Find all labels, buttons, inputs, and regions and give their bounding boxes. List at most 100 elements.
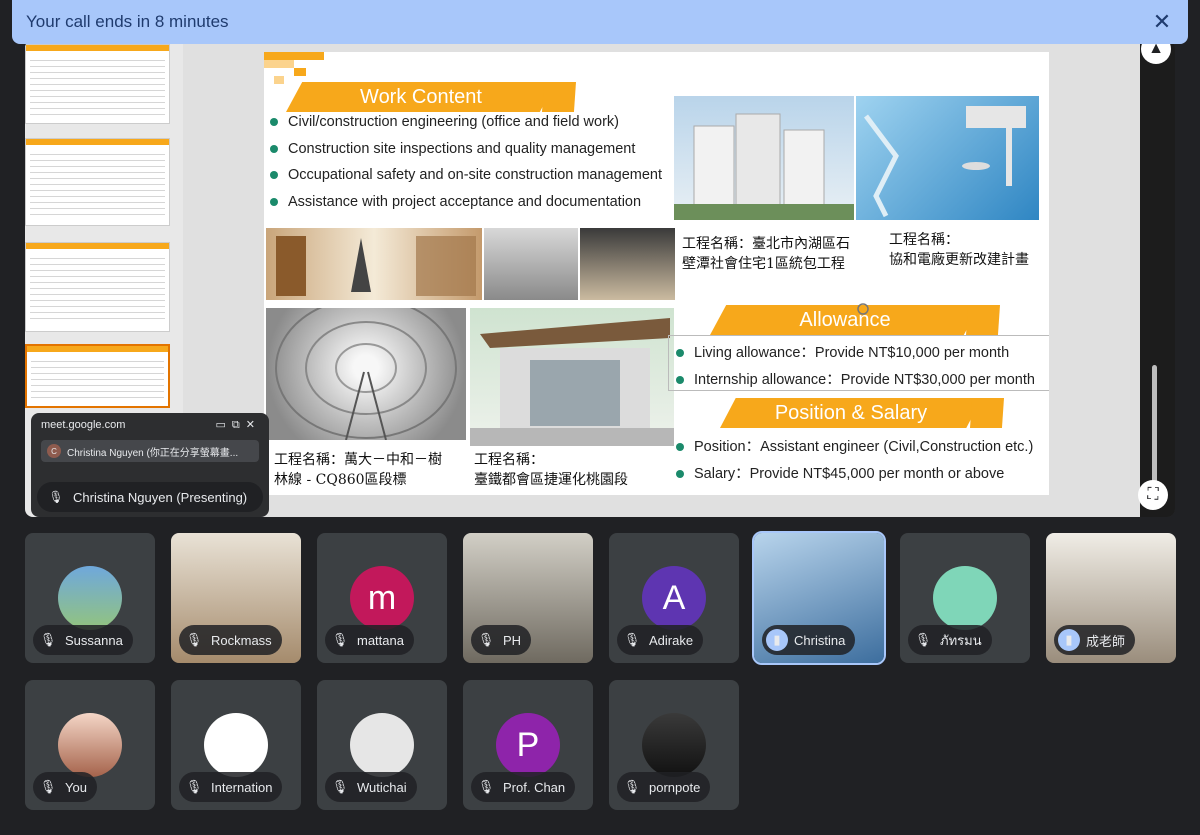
tunnel-photo: [266, 308, 466, 440]
caption-line: 工程名稱：: [889, 232, 959, 248]
avatar: [642, 713, 706, 777]
participant-tile[interactable]: 🎙 Wutichai: [317, 680, 447, 810]
participant-name: Adirake: [649, 632, 694, 648]
mic-off-icon: 🎙: [623, 779, 641, 794]
allowance-title: Allowance: [799, 308, 891, 331]
allowance-list: Living allowance：Provide NT$10,000 per m…: [674, 340, 1035, 393]
avatar: [350, 713, 414, 777]
slide-thumbnail[interactable]: [25, 44, 170, 124]
participant-tile[interactable]: A 🎙 Adirake: [609, 533, 739, 663]
tab-title: Christina Nguyen (你正在分享螢幕畫...: [67, 447, 239, 459]
position-salary-list: Position：Assistant engineer (Civil,Const…: [674, 434, 1033, 487]
participant-name-pill: 🎙 PH: [471, 625, 532, 655]
mic-off-icon: 🎙: [48, 490, 64, 504]
window-controls[interactable]: ▭⧉✕: [216, 418, 261, 432]
mic-off-icon: 🎙: [331, 632, 349, 647]
participant-name: You: [65, 779, 87, 795]
participant-name-pill: ▮ Christina: [762, 625, 856, 655]
list-item: Assistance with project acceptance and d…: [268, 189, 662, 216]
participant-tile[interactable]: 🎙 ภัทรมน: [900, 533, 1030, 663]
ribbon-accent: [542, 82, 576, 112]
participant-name-pill: 🎙 Sussanna: [33, 625, 133, 655]
participant-name: Rockmass: [211, 632, 272, 648]
participant-tile[interactable]: P 🎙 Prof. Chan: [463, 680, 593, 810]
avatar: [58, 566, 122, 630]
participant-name-pill: 🎙 mattana: [325, 625, 414, 655]
list-item: Salary：Provide NT$45,000 per month or ab…: [674, 461, 1033, 488]
participant-name-pill: 🎙 ภัทรมน: [908, 625, 992, 655]
fullscreen-icon[interactable]: ⛶: [1138, 480, 1168, 510]
vertical-scrollbar[interactable]: [1140, 40, 1175, 517]
presenter-name: Christina Nguyen (Presenting): [73, 489, 248, 505]
participant-tile[interactable]: 🎙 Internation: [171, 680, 301, 810]
project-caption-1: 工程名稱：臺北市內湖區石 壁潭社會住宅1區統包工程: [682, 234, 850, 274]
residential-building-photo: [674, 96, 854, 220]
participant-name-pill: 🎙 Internation: [179, 772, 283, 802]
participant-name: Internation: [211, 779, 273, 795]
participant-name: mattana: [357, 632, 404, 648]
list-item: Construction site inspections and qualit…: [268, 136, 662, 163]
position-salary-title: Position & Salary: [774, 401, 928, 424]
caption-line: 協和電廠更新改建計畫: [889, 252, 1029, 268]
ribbon-accent: [970, 398, 1004, 428]
work-content-list: Civil/construction engineering (office a…: [268, 109, 662, 215]
avatar: m: [350, 566, 414, 630]
position-salary-heading: Position & Salary: [720, 398, 982, 428]
participant-tile-active[interactable]: ▮ Christina: [752, 531, 886, 665]
avatar: [933, 566, 997, 630]
participant-name: 成老師: [1086, 633, 1126, 649]
participant-name: Christina: [794, 632, 846, 648]
avatar: [204, 713, 268, 777]
slide-thumbnail[interactable]: [25, 138, 170, 226]
participant-tile[interactable]: 🎙 Rockmass: [171, 533, 301, 663]
participant-tile[interactable]: 🎙 PH: [463, 533, 593, 663]
call-ending-banner: Your call ends in 8 minutes ✕: [12, 0, 1188, 44]
list-item: Civil/construction engineering (office a…: [268, 109, 662, 136]
project-caption-4: 工程名稱： 臺鐵都會區捷運化桃園段: [474, 450, 628, 490]
tab-avatar: C: [47, 444, 61, 458]
avatar: P: [496, 713, 560, 777]
work-content-title: Work Content: [360, 85, 482, 108]
caption-line: 林線 - CQ860區段標: [274, 472, 407, 488]
participant-name-pill: 🎙 Wutichai: [325, 772, 417, 802]
participant-tile[interactable]: ▮ 成老師: [1046, 533, 1176, 663]
participant-name-pill: 🎙 Rockmass: [179, 625, 282, 655]
mic-off-icon: 🎙: [331, 779, 349, 794]
participant-tile[interactable]: 🎙 Sussanna: [25, 533, 155, 663]
ribbon-accent: [966, 305, 1000, 335]
work-content-heading: Work Content: [286, 82, 556, 112]
mic-off-icon: 🎙: [914, 632, 932, 647]
participant-name-pill: 🎙 Adirake: [617, 625, 704, 655]
project-caption-3: 工程名稱：萬大－中和－樹 林線 - CQ860區段標: [274, 450, 442, 490]
participant-tile[interactable]: 🎙 pornpote: [609, 680, 739, 810]
power-plant-harbor-photo: [856, 96, 1039, 220]
list-item: Internship allowance：Provide NT$30,000 p…: [674, 367, 1035, 394]
participant-tile[interactable]: 🎙 You: [25, 680, 155, 810]
list-item: Position：Assistant engineer (Civil,Const…: [674, 434, 1033, 461]
caption-line: 工程名稱：: [474, 452, 544, 468]
speaking-icon: ▮: [766, 629, 788, 651]
project-caption-2: 工程名稱： 協和電廠更新改建計畫: [889, 230, 1029, 270]
participant-tile[interactable]: m 🎙 mattana: [317, 533, 447, 663]
mic-off-icon: 🎙: [477, 779, 495, 794]
participant-name: pornpote: [649, 779, 701, 795]
screen-share-popup: meet.google.com ▭⧉✕ C Christina Nguyen (…: [31, 413, 269, 517]
participant-name: PH: [503, 632, 522, 648]
station-rendering-photo: [470, 308, 674, 446]
participant-name: Prof. Chan: [503, 779, 566, 795]
rotate-handle-icon[interactable]: [856, 302, 870, 316]
award-showcase-photo: [266, 228, 482, 300]
slide-thumbnail[interactable]: [25, 242, 170, 332]
speaking-icon: ▮: [1058, 629, 1080, 651]
slide-thumbnail-selected[interactable]: [25, 344, 170, 408]
caption-line: 工程名稱：臺北市內湖區石: [682, 236, 850, 252]
mic-off-icon: 🎙: [185, 779, 203, 794]
shared-tab[interactable]: C Christina Nguyen (你正在分享螢幕畫...: [41, 440, 259, 462]
participant-name-pill: ▮ 成老師: [1054, 625, 1136, 655]
list-item: Occupational safety and on-site construc…: [268, 162, 662, 189]
participant-name-pill: 🎙 pornpote: [617, 772, 711, 802]
list-item: Living allowance：Provide NT$10,000 per m…: [674, 340, 1035, 367]
participant-name: ภัทรมน: [940, 632, 982, 648]
presenting-pill: 🎙 Christina Nguyen (Presenting): [37, 482, 263, 512]
close-icon[interactable]: ✕: [1148, 8, 1176, 36]
